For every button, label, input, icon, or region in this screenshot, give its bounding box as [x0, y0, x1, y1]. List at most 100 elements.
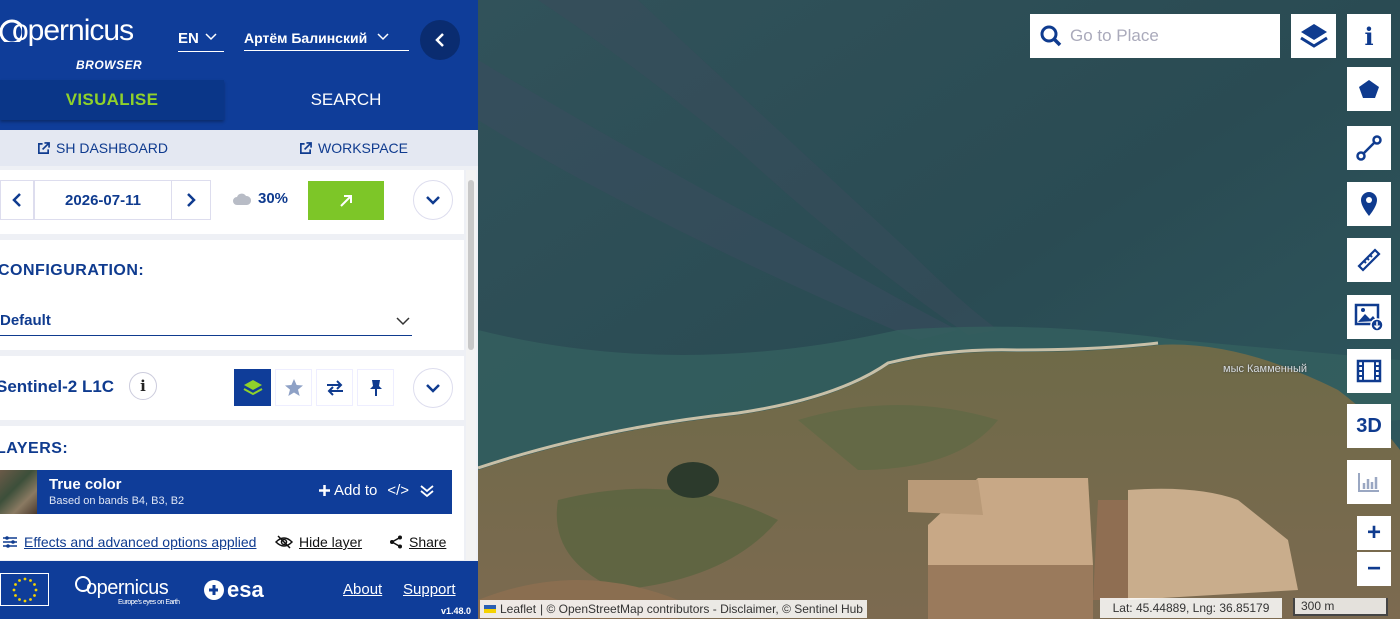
chevron-down-icon	[377, 33, 389, 41]
support-link[interactable]: Support	[403, 581, 456, 598]
sidebar-header: opernicus BROWSER EN Артём Балинский VIS…	[0, 0, 478, 130]
user-menu[interactable]: Артём Балинский	[244, 30, 409, 51]
cloud-coverage[interactable]: 30%	[232, 190, 288, 207]
add-to-label: Add to	[334, 482, 378, 499]
share-icon	[390, 535, 402, 549]
map-scale: 300 m	[1293, 598, 1388, 616]
layer-description: Based on bands B4, B3, B2	[49, 495, 185, 507]
layers-view-button[interactable]	[234, 369, 271, 406]
layers-icon	[1299, 24, 1328, 48]
measure-tool-button[interactable]	[1347, 238, 1391, 282]
attribution-text[interactable]: | © OpenStreetMap contributors - Disclai…	[540, 602, 863, 616]
effects-options-link[interactable]: Effects and advanced options applied	[2, 534, 256, 550]
compare-button[interactable]	[316, 369, 353, 406]
layers-panel: LAYERS: True color Based on bands B4, B3…	[0, 426, 464, 526]
date-input[interactable]: 2026-07-11	[34, 180, 172, 220]
about-link[interactable]: About	[343, 581, 382, 598]
chevron-left-icon	[12, 193, 21, 207]
share-link[interactable]: Share	[389, 534, 446, 550]
esa-emblem-icon	[204, 580, 224, 600]
zoom-in-button[interactable]: +	[1357, 516, 1391, 550]
esa-logo[interactable]: esa	[203, 577, 264, 603]
star-icon	[284, 378, 303, 396]
dataset-panel: Sentinel-2 L1C i	[0, 356, 464, 420]
tab-visualise[interactable]: VISUALISE	[0, 80, 224, 120]
cursor-coordinates: Lat: 45.44889, Lng: 36.85179	[1100, 598, 1282, 618]
tab-search[interactable]: SEARCH	[224, 80, 468, 120]
image-download-button[interactable]	[1347, 295, 1391, 339]
double-chevron-down-icon[interactable]	[419, 483, 435, 499]
pinned-favorites-button[interactable]	[275, 369, 312, 406]
image-download-icon	[1354, 303, 1384, 332]
draw-line-button[interactable]	[1347, 126, 1391, 170]
search-icon	[1040, 25, 1062, 47]
language-select[interactable]: EN	[178, 30, 224, 52]
cloud-coverage-value: 30%	[258, 190, 289, 207]
configuration-title: CONFIGURATION:	[0, 262, 145, 279]
external-links-row: SH DASHBOARD WORKSPACE	[0, 130, 478, 166]
dataset-name: Sentinel-2 L1C	[0, 377, 115, 396]
base-layers-button[interactable]	[1291, 14, 1336, 58]
pin-icon	[369, 379, 382, 396]
version-label: v1.48.0	[441, 606, 472, 616]
sidebar-scrollbar[interactable]	[466, 170, 476, 560]
layer-item-true-color[interactable]: True color Based on bands B4, B3, B2 Add…	[0, 470, 452, 514]
eye-slash-icon	[275, 535, 293, 549]
ruler-icon	[1357, 248, 1381, 272]
arrow-up-right-icon	[340, 194, 352, 207]
language-value: EN	[178, 30, 199, 47]
layer-name: True color	[49, 476, 122, 493]
eu-stars-icon	[12, 577, 37, 602]
workspace-link[interactable]: WORKSPACE	[299, 140, 408, 156]
esa-label: esa	[227, 577, 264, 602]
pentagon-icon	[1359, 80, 1379, 98]
collapse-sidebar-button[interactable]	[420, 20, 460, 60]
info-tool-button[interactable]: i	[1347, 14, 1391, 58]
plus-icon	[319, 485, 330, 496]
hide-layer-label: Hide layer	[299, 534, 363, 550]
swap-arrows-icon	[326, 379, 343, 396]
bar-chart-icon	[1358, 473, 1379, 492]
place-marker-button[interactable]	[1347, 182, 1391, 226]
go-to-place-search[interactable]	[1030, 14, 1280, 58]
chevron-down-icon	[426, 384, 440, 393]
draw-polygon-button[interactable]	[1347, 67, 1391, 111]
search-input[interactable]	[1070, 26, 1260, 46]
user-name: Артём Балинский	[244, 30, 368, 46]
satellite-imagery[interactable]	[478, 0, 1400, 619]
next-date-button[interactable]	[171, 180, 211, 220]
previous-date-button[interactable]	[0, 180, 34, 220]
show-latest-date-button[interactable]	[308, 181, 384, 220]
add-to-button[interactable]: Add to	[318, 482, 377, 499]
date-panel: 2026-07-11 30%	[0, 170, 464, 234]
footer-logo-text: opernicus	[86, 577, 169, 599]
sliders-icon	[3, 536, 17, 548]
expand-date-panel-button[interactable]	[413, 180, 453, 220]
timelapse-button[interactable]	[1347, 349, 1391, 393]
configuration-select[interactable]: Default	[0, 306, 412, 336]
map-view[interactable]: мыс Камменный i 3D + − Leaflet | © OpenS…	[478, 0, 1400, 619]
sidebar-footer: opernicus Europe's eyes on Earth esa Abo…	[0, 561, 478, 619]
logo-text: opernicus	[12, 14, 134, 47]
info-icon: i	[1364, 21, 1374, 51]
external-link-icon	[300, 141, 312, 154]
histogram-button[interactable]	[1347, 460, 1391, 504]
expand-dataset-button[interactable]	[413, 368, 453, 408]
pin-button[interactable]	[357, 369, 394, 406]
logo-subtitle: BROWSER	[76, 58, 143, 72]
3d-label: 3D	[1356, 414, 1382, 437]
code-button[interactable]: </>	[387, 482, 409, 499]
scrollbar-thumb[interactable]	[468, 180, 474, 350]
3d-view-button[interactable]: 3D	[1347, 404, 1391, 448]
configuration-panel: CONFIGURATION: Default	[0, 240, 464, 350]
layer-actions: Add to </>	[318, 482, 435, 499]
sh-dashboard-link[interactable]: SH DASHBOARD	[37, 140, 168, 156]
dataset-info-button[interactable]: i	[129, 372, 157, 400]
map-marker-icon	[1361, 192, 1377, 216]
footer-logo-tagline: Europe's eyes on Earth	[118, 599, 180, 606]
sh-dashboard-label: SH DASHBOARD	[56, 140, 169, 156]
leaflet-link[interactable]: Leaflet	[500, 602, 536, 616]
place-label: мыс Камменный	[1223, 363, 1307, 375]
hide-layer-link[interactable]: Hide layer	[275, 534, 362, 550]
zoom-out-button[interactable]: −	[1357, 552, 1391, 586]
